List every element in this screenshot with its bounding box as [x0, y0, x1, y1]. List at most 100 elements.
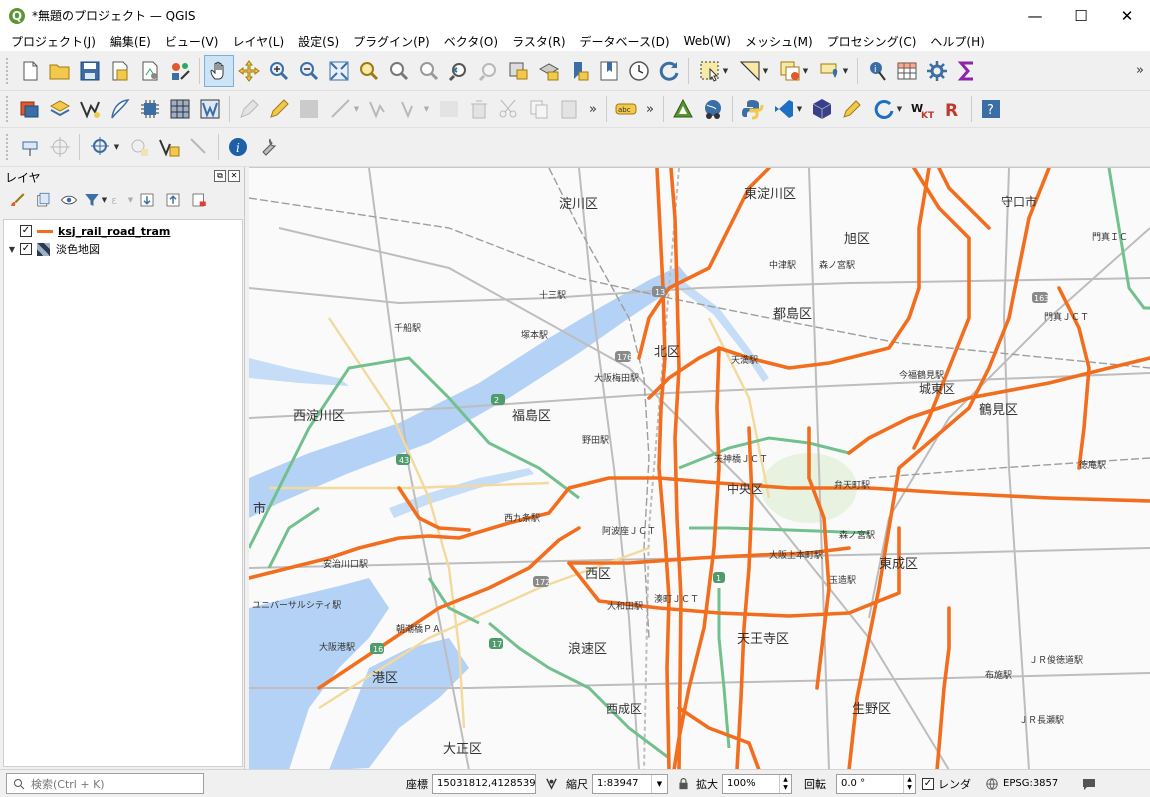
select-features-button[interactable]: ▼	[693, 55, 733, 87]
data-source-manager-button[interactable]	[15, 93, 45, 125]
trace-button[interactable]	[184, 131, 214, 163]
menu-plugins[interactable]: プラグイン(P)	[346, 33, 437, 50]
delete-selected-button[interactable]	[464, 93, 494, 125]
layer-row-tanshoku[interactable]: ▼ ✓ 淡色地図	[4, 240, 242, 258]
digitize-line-button[interactable]: ▼	[324, 93, 364, 125]
toggle-editing-button[interactable]	[234, 93, 264, 125]
help-button[interactable]: ?	[976, 93, 1006, 125]
open-project-button[interactable]	[45, 55, 75, 87]
new-map-view-button[interactable]	[504, 55, 534, 87]
toolbar-overflow-icon[interactable]: »	[641, 102, 659, 117]
maximize-button[interactable]: ☐	[1058, 0, 1104, 31]
copy-features-button[interactable]	[524, 93, 554, 125]
zoom-to-selection-button[interactable]	[354, 55, 384, 87]
manage-visibility-button[interactable]	[56, 188, 82, 212]
vertex-add-button[interactable]	[154, 131, 184, 163]
toolbar-overflow-icon[interactable]: »	[584, 102, 602, 117]
menu-project[interactable]: プロジェクト(J)	[4, 33, 103, 50]
plugin-rotate-button[interactable]: ▼	[867, 93, 907, 125]
menu-web[interactable]: Web(W)	[677, 34, 738, 48]
attribute-table-button[interactable]	[892, 55, 922, 87]
zoom-in-button[interactable]	[264, 55, 294, 87]
add-raster-layer-button[interactable]	[165, 93, 195, 125]
menu-vector[interactable]: ベクタ(O)	[437, 33, 505, 50]
current-edits-button[interactable]	[264, 93, 294, 125]
zoom-full-button[interactable]	[324, 55, 354, 87]
lock-scale-icon[interactable]	[674, 775, 692, 793]
layer-visibility-checkbox[interactable]: ✓	[20, 243, 32, 255]
locator-search-input[interactable]: 検索(Ctrl + K)	[6, 773, 204, 794]
refresh-button[interactable]	[654, 55, 684, 87]
save-edits-button[interactable]	[294, 93, 324, 125]
filter-expression-button[interactable]: ε ▼	[108, 188, 134, 212]
crs-globe-icon[interactable]	[983, 775, 1001, 793]
menu-view[interactable]: ビュー(V)	[158, 33, 226, 50]
menu-help[interactable]: ヘルプ(H)	[923, 33, 991, 50]
toggle-extents-icon[interactable]	[542, 775, 560, 793]
snapping-add-button[interactable]	[124, 131, 154, 163]
edit-table-button[interactable]	[434, 93, 464, 125]
vertex-tool-button[interactable]	[364, 93, 394, 125]
identify-features-button[interactable]: i	[862, 55, 892, 87]
zoom-next-button[interactable]	[474, 55, 504, 87]
map-canvas[interactable]: 淀川区 東淀川区 旭区 守口市 都島区 北区 福島区 西淀川区 城東区 鶴見区 …	[249, 167, 1150, 769]
menu-database[interactable]: データベース(D)	[573, 33, 677, 50]
globe-plugin-button[interactable]	[698, 93, 728, 125]
layer-row-ksj-rail[interactable]: ✓ ksj_rail_road_tram	[4, 222, 242, 240]
add-group-button[interactable]	[30, 188, 56, 212]
minimize-button[interactable]: —	[1012, 0, 1058, 31]
crs-label[interactable]: EPSG:3857	[1003, 778, 1058, 789]
expand-all-button[interactable]	[134, 188, 160, 212]
cut-features-button[interactable]	[494, 93, 524, 125]
select-location-button[interactable]: ▼	[813, 55, 853, 87]
new-bookmark-button[interactable]	[564, 55, 594, 87]
layer-visibility-checkbox[interactable]: ✓	[20, 225, 32, 237]
python-console-button[interactable]	[737, 93, 767, 125]
statistics-button[interactable]	[952, 55, 982, 87]
remove-layer-button[interactable]	[186, 188, 212, 212]
deselect-features-button[interactable]: ▼	[773, 55, 813, 87]
zoom-out-button[interactable]	[294, 55, 324, 87]
toolbar-grip[interactable]	[6, 134, 10, 160]
pin-label-button[interactable]	[15, 131, 45, 163]
modify-attributes-button[interactable]: ▼	[394, 93, 434, 125]
close-panel-button[interactable]: ✕	[228, 170, 240, 182]
processing-toolbox-button[interactable]	[922, 55, 952, 87]
add-spatialite-button[interactable]	[105, 93, 135, 125]
print-layout-button[interactable]	[135, 55, 165, 87]
close-button[interactable]: ✕	[1104, 0, 1150, 31]
temporal-controller-button[interactable]	[624, 55, 654, 87]
crosshair-button[interactable]	[45, 131, 75, 163]
add-wms-button[interactable]	[195, 93, 225, 125]
add-layer-button[interactable]	[45, 93, 75, 125]
rotation-spinbox[interactable]: 0.0 ° ▲ ▼	[836, 773, 916, 794]
toolbar-overflow-icon[interactable]: »	[1136, 63, 1144, 78]
save-project-button[interactable]	[75, 55, 105, 87]
expand-arrow-icon[interactable]: ▼	[4, 245, 20, 254]
wkt-plugin-button[interactable]: W KT	[907, 93, 937, 125]
render-checkbox[interactable]: ✓	[922, 777, 934, 790]
menu-settings[interactable]: 設定(S)	[291, 33, 346, 50]
collapse-all-button[interactable]	[160, 188, 186, 212]
style-manager-button[interactable]	[165, 55, 195, 87]
info-button[interactable]: i	[223, 131, 253, 163]
coordinate-field[interactable]: 15031812,4128539	[432, 773, 536, 794]
r-plugin-button[interactable]: R	[937, 93, 967, 125]
paste-features-button[interactable]	[554, 93, 584, 125]
toolbar-grip[interactable]	[6, 96, 10, 122]
pan-map-button[interactable]	[204, 54, 234, 87]
vs-code-button[interactable]: ▼	[767, 93, 807, 125]
menu-raster[interactable]: ラスタ(R)	[505, 33, 572, 50]
add-vector-layer-button[interactable]	[75, 93, 105, 125]
scale-combo[interactable]: 1:83947 ▼	[592, 773, 668, 794]
zoom-to-layer-button[interactable]	[384, 55, 414, 87]
geometry-checker-button[interactable]	[668, 93, 698, 125]
zoom-last-button[interactable]	[444, 55, 474, 87]
magnifier-spinbox[interactable]: 100% ▲ ▼	[722, 773, 792, 794]
settings-wrench-button[interactable]	[253, 131, 283, 163]
label-toolbar-button[interactable]: abc	[611, 93, 641, 125]
open-styling-button[interactable]	[4, 188, 30, 212]
new-3d-map-button[interactable]	[534, 55, 564, 87]
spin-arrows-icon[interactable]: ▲ ▼	[903, 774, 915, 793]
spin-arrows-icon[interactable]: ▲ ▼	[779, 774, 791, 793]
